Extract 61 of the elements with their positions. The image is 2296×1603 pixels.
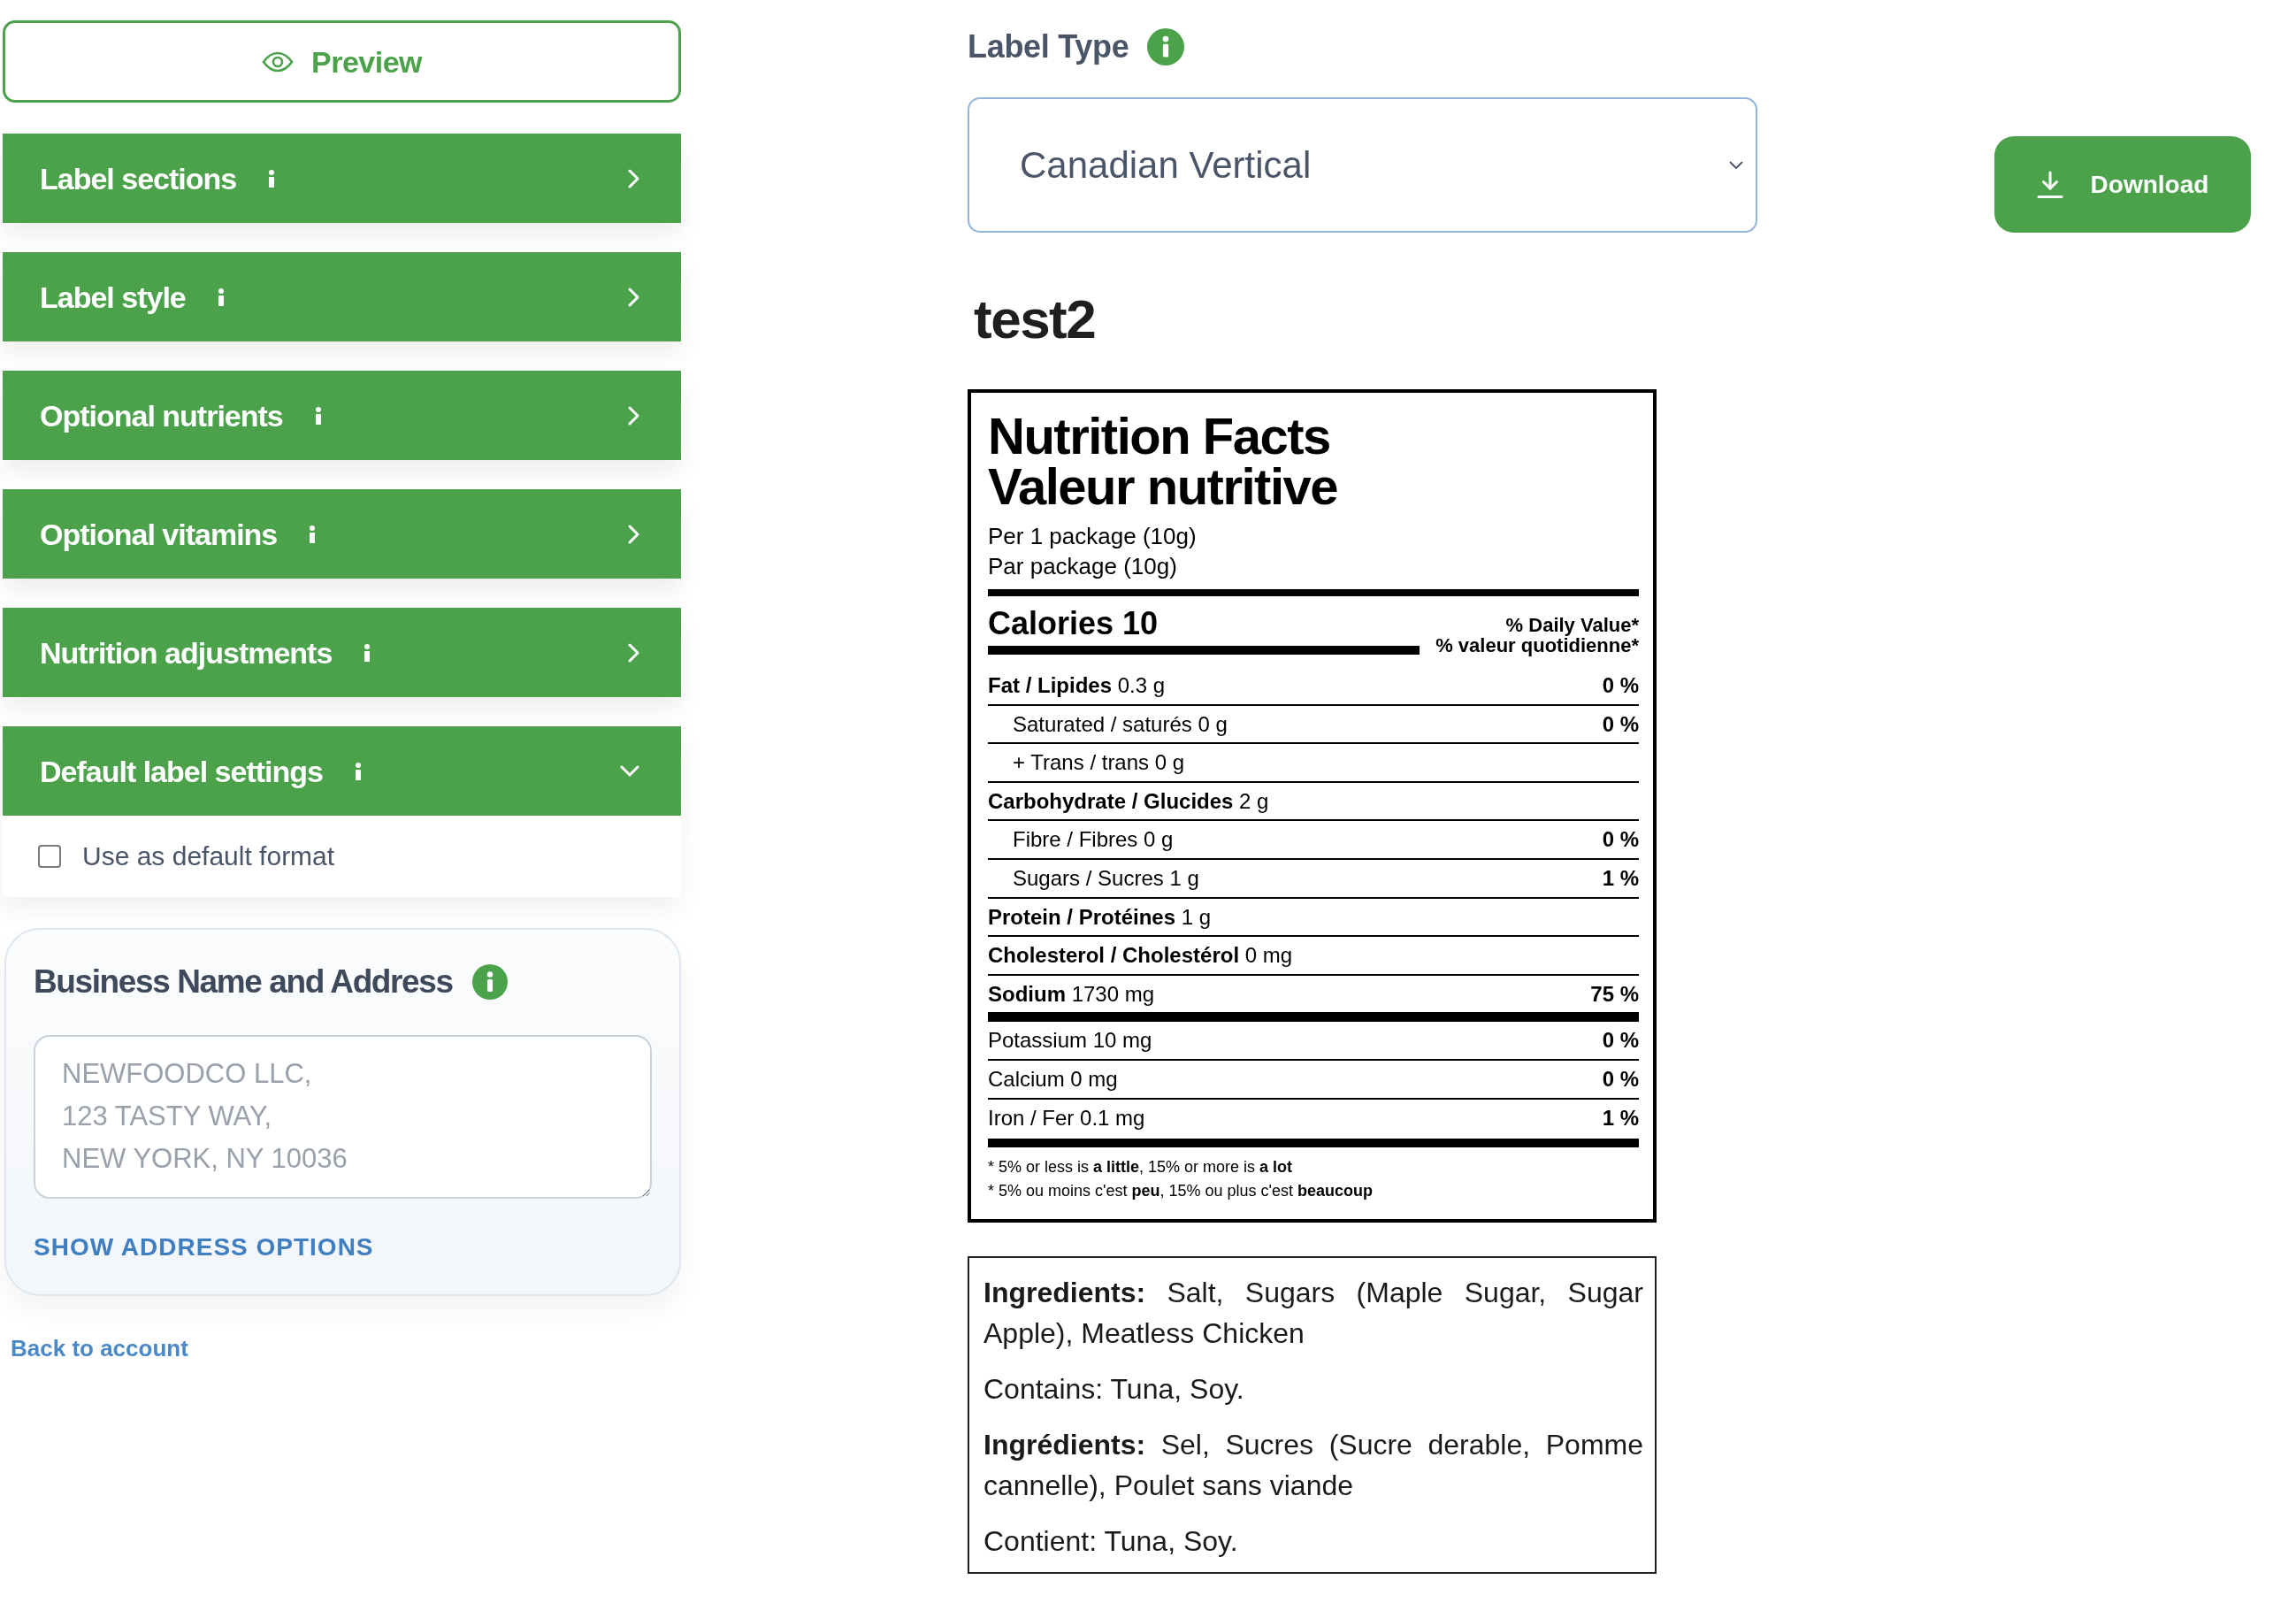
nutrient-amount-text: Saturated / saturés 0 g xyxy=(1013,710,1228,738)
info-icon xyxy=(364,643,371,662)
daily-value-percent: 0 % xyxy=(1602,826,1639,854)
label-title: Nutrition Facts xyxy=(988,410,1331,461)
daily-value-heading: % Daily Value* xyxy=(1505,615,1639,635)
nutrient-amount-text: Sugars / Sucres 1 g xyxy=(1013,864,1199,892)
info-icon xyxy=(354,762,362,780)
daily-value-percent: 1 % xyxy=(1602,864,1639,892)
download-icon xyxy=(2036,170,2063,199)
info-icon xyxy=(314,406,322,425)
field-label: Label Type xyxy=(968,27,1129,66)
label-type-select[interactable]: Canadian Vertical xyxy=(968,97,1757,233)
nutrient-amount-text: Cholesterol / Cholestérol 0 mg xyxy=(988,942,1293,970)
nutrient-amount-text: Protein / Protéines 1 g xyxy=(988,903,1212,931)
daily-value-percent: 0 % xyxy=(1602,1065,1639,1093)
caret-icon xyxy=(1729,160,1743,170)
show-address-options-link[interactable]: SHOW ADDRESS OPTIONS xyxy=(34,1231,374,1263)
info-icon[interactable] xyxy=(471,964,508,1000)
accordion-header[interactable]: Label style xyxy=(3,252,681,341)
daily-value-percent: 1 % xyxy=(1602,1104,1639,1131)
accordion-header[interactable]: Nutrition adjustments xyxy=(3,608,681,697)
accordion-header[interactable]: Label sections xyxy=(3,134,681,223)
ingredients-paragraph: Contains: Tuna, Soy. xyxy=(983,1372,1245,1407)
accordion-header[interactable]: Default label settings xyxy=(3,726,681,816)
info-icon[interactable] xyxy=(1147,28,1185,65)
daily-value-heading: % valeur quotidienne* xyxy=(1435,635,1639,656)
calories-text: Calories 10 xyxy=(988,606,1159,641)
nutrient-amount-text: Fat / Lipides 0.3 g xyxy=(988,672,1166,699)
preview-button[interactable]: Preview xyxy=(3,20,681,103)
footnote-text: * 5% ou moins c'est peu, 15% ou plus c'est beaucoup xyxy=(988,1181,1374,1202)
nutrient-amount-text: Sodium 1730 mg xyxy=(988,980,1155,1008)
info-icon xyxy=(309,525,317,543)
checkbox-label: Use as default format xyxy=(82,840,335,872)
nutrient-amount-text: Calcium 0 mg xyxy=(988,1065,1118,1093)
daily-value-percent: 75 % xyxy=(1590,980,1639,1008)
nutrient-amount-text: Iron / Fer 0.1 mg xyxy=(988,1104,1145,1131)
section-title: Business Name and Address xyxy=(34,963,453,1001)
ingredients-paragraph: Contient: Tuna, Soy. xyxy=(983,1524,1239,1560)
ingredients-paragraph: Ingrédients: Sel, Sucres (Sucre derable, Pomme cannelle), Poulet sans viande xyxy=(983,1428,1643,1504)
serving-size-text: Per 1 package (10g) xyxy=(988,522,1198,551)
eye-icon xyxy=(262,50,294,73)
nutrient-amount-text: + Trans / trans 0 g xyxy=(1013,749,1185,777)
info-icon xyxy=(217,288,225,306)
accordion-header[interactable]: Optional nutrients xyxy=(3,371,681,460)
address-field[interactable]: NEWFOODCO LLC, 123 TASTY WAY, NEW YORK, NY 10036 xyxy=(34,1035,652,1199)
nutrient-amount-text: Fibre / Fibres 0 g xyxy=(1013,826,1174,854)
back-to-account-link[interactable]: Back to account xyxy=(11,1334,188,1362)
info-icon xyxy=(268,169,276,188)
download-button[interactable]: Download xyxy=(1994,136,2251,233)
daily-value-percent: 0 % xyxy=(1602,672,1639,699)
nutrient-amount-text: Potassium 10 mg xyxy=(988,1027,1152,1055)
daily-value-percent: 0 % xyxy=(1602,1027,1639,1055)
nutrient-amount-text: Carbohydrate / Glucides 2 g xyxy=(988,787,1269,815)
label-title: Valeur nutritive xyxy=(988,461,1339,511)
daily-value-percent: 0 % xyxy=(1602,710,1639,738)
checkbox[interactable] xyxy=(38,845,61,868)
accordion-header[interactable]: Optional vitamins xyxy=(3,489,681,579)
footnote-text: * 5% or less is a little, 15% or more is a lot xyxy=(988,1157,1294,1178)
serving-size-text: Par package (10g) xyxy=(988,552,1178,581)
product-name-title: test2 xyxy=(974,288,1096,350)
ingredients-paragraph: Ingredients: Salt, Sugars (Maple Sugar, Sugar Apple), Meatless Chicken xyxy=(983,1276,1643,1352)
